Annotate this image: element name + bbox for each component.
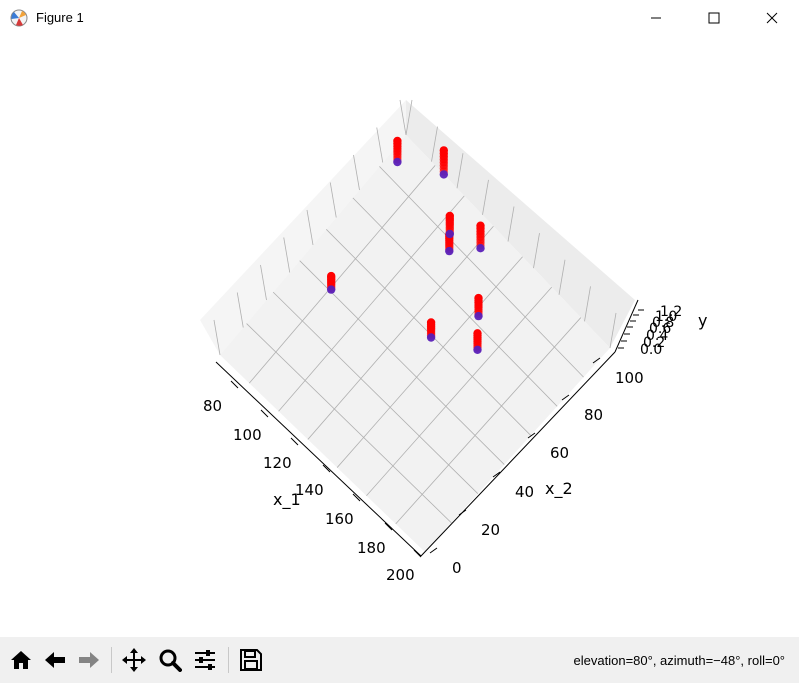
window-title: Figure 1 <box>36 10 84 25</box>
back-arrow-icon <box>45 652 65 668</box>
data-point <box>439 170 448 179</box>
data-point <box>426 333 436 342</box>
data-point <box>473 345 482 354</box>
x1-tick <box>260 409 269 418</box>
x1-tick <box>384 522 393 531</box>
data-point <box>445 229 454 239</box>
view-status-text: elevation=80°, azimuth=−48°, roll=0° <box>573 653 785 668</box>
x1-tick-label: 120 <box>263 454 292 472</box>
data-point <box>445 246 454 256</box>
close-icon <box>766 12 778 24</box>
maximize-icon <box>708 12 720 24</box>
maximize-button[interactable] <box>685 0 743 36</box>
data-point <box>474 311 483 321</box>
x2-tick-label: 0 <box>452 559 462 577</box>
x1-tick-label: 200 <box>386 566 415 584</box>
toolbar-separator <box>111 647 112 673</box>
floppy-disk-icon <box>240 649 262 671</box>
x1-tick-label: 100 <box>233 426 262 444</box>
x1-tick-label: 180 <box>357 539 386 557</box>
forward-button[interactable] <box>74 645 104 675</box>
y-tick-label: 1.2 <box>660 304 682 320</box>
forward-arrow-icon <box>79 652 99 668</box>
toolbar-separator <box>228 647 229 673</box>
x2-tick-label: 40 <box>515 483 534 501</box>
x1-tick-label: 160 <box>325 510 354 528</box>
x1-axis-label: x_1 <box>273 490 301 510</box>
data-point <box>327 285 336 294</box>
minimize-button[interactable] <box>627 0 685 36</box>
navigation-toolbar: elevation=80°, azimuth=−48°, roll=0° <box>0 637 799 683</box>
x1-tick <box>413 549 422 558</box>
matplotlib-icon <box>10 9 28 27</box>
x1-tick-label: 80 <box>203 397 222 415</box>
figure-canvas[interactable]: 80 100 120 140 160 180 200 0 20 40 60 80 100 0.0 0.2 0.… <box>0 36 799 637</box>
minimize-icon <box>651 17 661 19</box>
x2-tick-label: 80 <box>584 406 603 424</box>
back-button[interactable] <box>40 645 70 675</box>
magnifier-icon <box>159 649 182 672</box>
save-button[interactable] <box>236 645 266 675</box>
zoom-button[interactable] <box>155 645 185 675</box>
home-icon <box>11 651 31 669</box>
scatter-3d-plot[interactable]: 80100120140160180200 0204060801000.00.20.… <box>0 36 799 637</box>
x2-axis-label: x_2 <box>545 479 573 499</box>
data-point <box>476 244 485 253</box>
move-icon <box>122 648 146 672</box>
x2-tick-label: 60 <box>550 444 569 462</box>
title-bar: Figure 1 <box>0 0 799 36</box>
data-point <box>393 157 402 167</box>
pan-button[interactable] <box>119 645 149 675</box>
x2-tick-label: 100 <box>615 369 644 387</box>
home-button[interactable] <box>6 645 36 675</box>
x2-tick-label: 20 <box>481 521 500 539</box>
sliders-icon <box>195 650 215 670</box>
configure-subplots-button[interactable] <box>190 645 220 675</box>
x2-tick <box>429 547 438 554</box>
close-button[interactable] <box>743 0 799 36</box>
y-axis-label: y <box>698 311 707 330</box>
